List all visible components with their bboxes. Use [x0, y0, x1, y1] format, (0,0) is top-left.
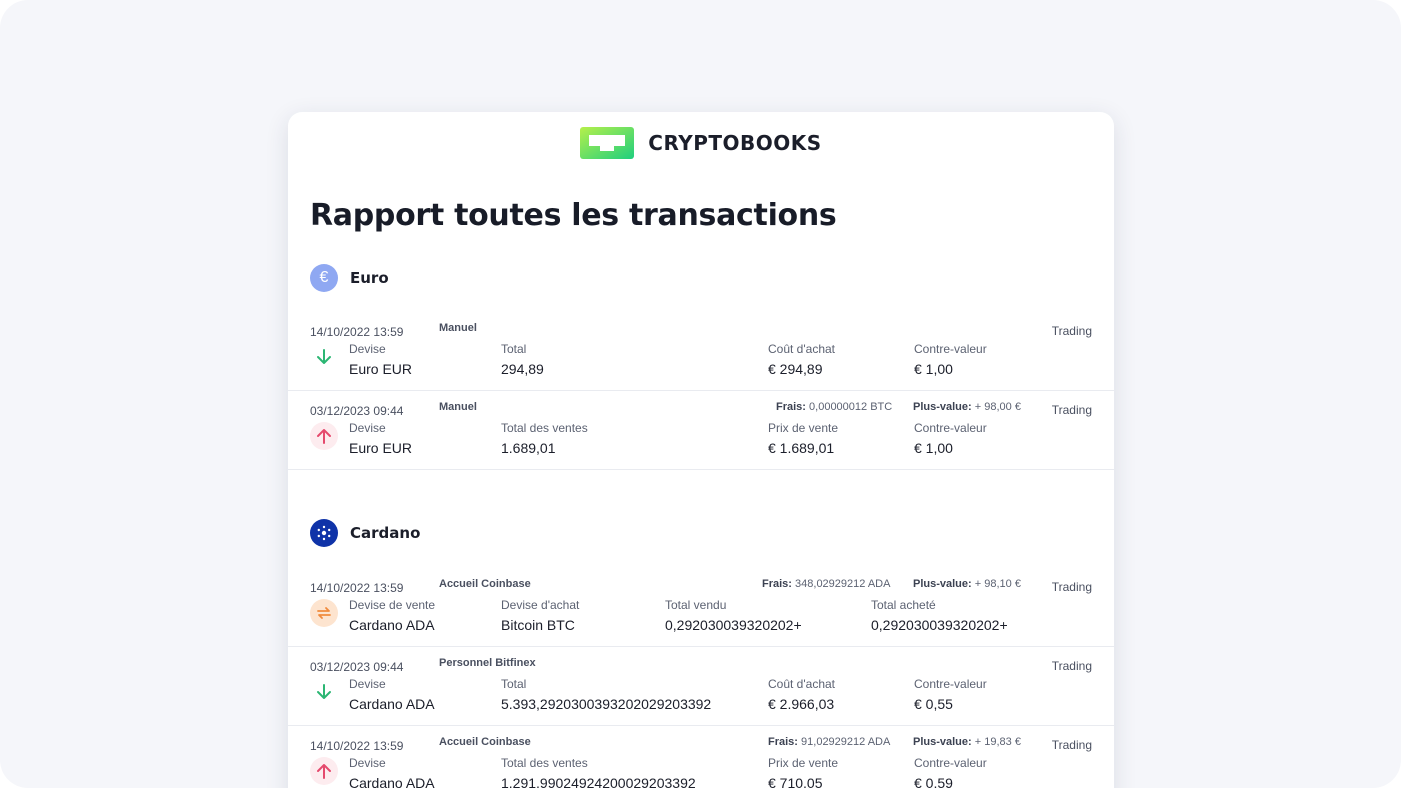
brand-header: CRYPTOBOOKS	[288, 126, 1114, 160]
page-background: CRYPTOBOOKS Rapport toutes les transacti…	[0, 0, 1401, 788]
field-total: Total 294,89	[501, 342, 544, 377]
transaction-source: Personnel Bitfinex	[439, 657, 536, 669]
field-total-sales: Total des ventes 1.291,990249242000292033…	[501, 756, 696, 788]
field-sell-currency: Devise de vente Cardano ADA	[349, 598, 436, 633]
brand-name: CRYPTOBOOKS	[648, 131, 822, 155]
euro-coin-icon: €	[310, 264, 338, 292]
section-name: Euro	[350, 269, 389, 287]
field-total-sales: Total des ventes 1.689,01	[501, 421, 588, 456]
transaction-gain: Plus-value: + 98,10 €	[913, 578, 1021, 590]
field-total-bought: Total acheté 0,292030039320202+	[871, 598, 1008, 633]
transaction-source: Manuel	[439, 401, 477, 413]
transaction-tag: Trading	[1051, 738, 1092, 752]
field-countervalue: Contre-valeur € 1,00	[914, 421, 987, 456]
report-card: CRYPTOBOOKS Rapport toutes les transacti…	[288, 112, 1114, 788]
field-sale-price: Prix de vente € 1.689,01	[768, 421, 839, 456]
transaction-date: 03/12/2023 09:44	[310, 404, 404, 418]
field-currency: Devise Cardano ADA	[349, 756, 435, 788]
field-cost: Coût d'achat € 294,89	[768, 342, 836, 377]
transaction-gain: Plus-value: + 19,83 €	[913, 736, 1021, 748]
field-currency: Devise Euro EUR	[349, 342, 413, 377]
field-sale-price: Prix de vente € 710,05	[768, 756, 839, 788]
swap-icon	[310, 599, 338, 627]
arrow-down-icon	[310, 343, 338, 371]
section-header-cardano: Cardano	[310, 519, 420, 547]
arrow-down-icon	[310, 678, 338, 706]
field-countervalue: Contre-valeur € 1,00	[914, 342, 987, 377]
transaction-source: Accueil Coinbase	[439, 578, 531, 590]
transaction-row[interactable]: 03/12/2023 09:44 Manuel Frais: 0,0000001…	[288, 391, 1114, 470]
field-buy-currency: Devise d'achat Bitcoin BTC	[501, 598, 580, 633]
transaction-tag: Trading	[1051, 580, 1092, 594]
section-name: Cardano	[350, 524, 421, 542]
transaction-date: 03/12/2023 09:44	[310, 660, 404, 674]
transaction-source: Accueil Coinbase	[439, 736, 531, 748]
page-title: Rapport toutes les transactions	[310, 198, 837, 233]
transaction-date: 14/10/2022 13:59	[310, 739, 404, 753]
transaction-row[interactable]: 14/10/2022 13:59 Accueil Coinbase Frais:…	[288, 568, 1114, 647]
arrow-up-icon	[310, 757, 338, 785]
transaction-row[interactable]: 03/12/2023 09:44 Personnel Bitfinex Trad…	[288, 647, 1114, 726]
transaction-date: 14/10/2022 13:59	[310, 581, 404, 595]
transaction-tag: Trading	[1051, 324, 1092, 338]
transaction-date: 14/10/2022 13:59	[310, 325, 404, 339]
transaction-row[interactable]: 14/10/2022 13:59 Manuel Trading Devise Eu…	[288, 312, 1114, 391]
transaction-gain: Plus-value: + 98,00 €	[913, 401, 1021, 413]
field-currency: Devise Euro EUR	[349, 421, 413, 456]
transaction-fee: Frais: 0,00000012 BTC	[776, 401, 893, 413]
transaction-source: Manuel	[439, 322, 477, 334]
cardano-coin-icon	[310, 519, 338, 547]
field-total: Total 5.393,2920300393202029203392	[501, 677, 712, 712]
cryptobooks-logo-icon	[580, 127, 635, 159]
field-total-sold: Total vendu 0,292030039320202+	[665, 598, 802, 633]
field-cost: Coût d'achat € 2.966,03	[768, 677, 836, 712]
transaction-row[interactable]: 14/10/2022 13:59 Accueil Coinbase Frais:…	[288, 726, 1114, 788]
arrow-up-icon	[310, 422, 338, 450]
field-countervalue: Contre-valeur € 0,55	[914, 677, 987, 712]
section-header-euro: € Euro	[310, 264, 389, 292]
transaction-tag: Trading	[1051, 403, 1092, 417]
field-countervalue: Contre-valeur € 0,59	[914, 756, 987, 788]
transaction-tag: Trading	[1051, 659, 1092, 673]
transaction-fee: Frais: 91,02929212 ADA	[768, 736, 891, 748]
field-currency: Devise Cardano ADA	[349, 677, 435, 712]
transaction-fee: Frais: 348,02929212 ADA	[762, 578, 891, 590]
